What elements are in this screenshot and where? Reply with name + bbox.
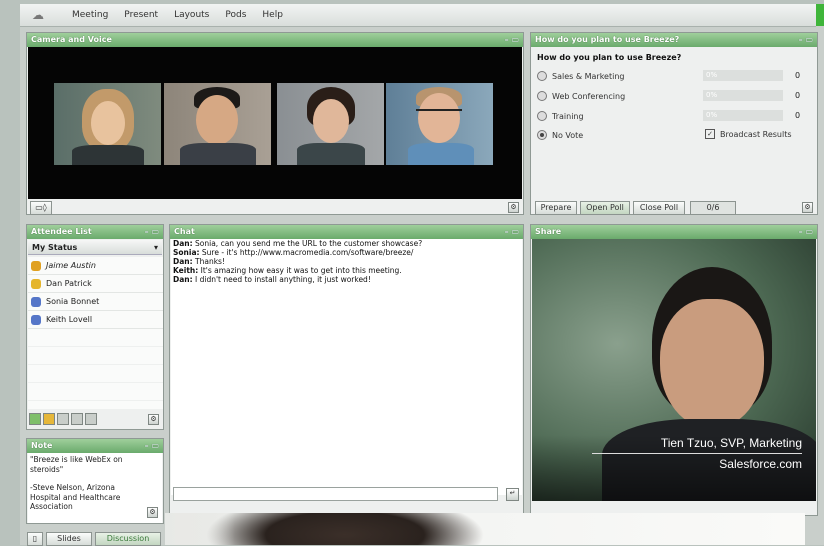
poll-option-1[interactable]: Sales & Marketing: [537, 71, 625, 81]
prepare-button[interactable]: Prepare: [535, 201, 577, 215]
video-caption-name: Tien Tzuo, SVP, Marketing: [660, 436, 802, 450]
my-status-dropdown[interactable]: My Status ▾: [28, 240, 162, 255]
poll-count-3: 0: [795, 111, 801, 120]
chat-message: Keith: It's amazing how easy it was to g…: [173, 266, 402, 275]
webcam-feed-1: [54, 83, 161, 165]
pod-options-icon[interactable]: ⚙: [148, 414, 159, 425]
poll-question: How do you plan to use Breeze?: [537, 53, 682, 62]
chat-transcript: Dan: Sonia, can you send me the URL to t…: [171, 239, 522, 495]
note-pod-title: Note: [31, 441, 53, 450]
camera-pod-title: Camera and Voice: [31, 35, 112, 44]
webcam-feed-3: [277, 83, 384, 165]
poll-pod: How do you plan to use Breeze? – ▭ How d…: [530, 32, 818, 215]
webcam-feed-2: [164, 83, 271, 165]
chat-message: Sonia: Sure - it's http://www.macromedia…: [173, 248, 414, 257]
participant-icon: [31, 314, 41, 325]
disagree-icon[interactable]: [71, 413, 83, 425]
attendee-toolbar: [29, 413, 97, 425]
pod-title-bar[interactable]: Attendee List – ▭: [27, 225, 163, 239]
host-icon: [31, 260, 41, 271]
chat-message: Dan: I didn't need to install anything, …: [173, 275, 371, 284]
chat-message-input[interactable]: [173, 487, 498, 501]
poll-pod-title: How do you plan to use Breeze?: [535, 35, 680, 44]
pod-title-bar[interactable]: Note – ▭: [27, 439, 163, 453]
chat-message: Dan: Thanks!: [173, 257, 225, 266]
attendee-pod-title: Attendee List: [31, 227, 92, 236]
video-caption-company: Salesforce.com: [719, 457, 802, 471]
camera-video-area: [28, 47, 522, 199]
pod-title-bar[interactable]: Share – ▭: [531, 225, 817, 239]
menu-layouts[interactable]: Layouts: [174, 10, 209, 20]
menu-present[interactable]: Present: [124, 10, 158, 20]
send-message-icon[interactable]: ↵: [506, 488, 519, 501]
pod-window-controls-icon[interactable]: – ▭: [145, 225, 159, 239]
attendee-row[interactable]: Keith Lovell: [28, 311, 163, 329]
agree-icon[interactable]: [57, 413, 69, 425]
pod-options-icon[interactable]: ⚙: [508, 202, 519, 213]
raise-hand-icon[interactable]: [29, 413, 41, 425]
poll-result-bar-1: 0%: [703, 70, 783, 81]
checkbox-checked-icon[interactable]: ✓: [705, 129, 715, 139]
chevron-down-icon[interactable]: ▾: [154, 240, 158, 255]
poll-option-3[interactable]: Training: [537, 111, 584, 121]
camera-toggle-button[interactable]: ▭◊: [30, 201, 52, 215]
layout-icon[interactable]: ▯: [27, 532, 43, 546]
pod-window-controls-icon[interactable]: – ▭: [799, 33, 813, 47]
webcam-feed-4: [386, 83, 493, 165]
breeze-logo-icon: ☁: [32, 8, 44, 22]
tab-discussion[interactable]: Discussion: [95, 532, 161, 546]
poll-option-no-vote[interactable]: No Vote: [537, 130, 583, 140]
status-icon[interactable]: [43, 413, 55, 425]
open-poll-button[interactable]: Open Poll: [580, 201, 630, 215]
vote-count: 0/6: [690, 201, 736, 215]
tab-slides[interactable]: Slides: [46, 532, 92, 546]
attendee-row[interactable]: Sonia Bonnet: [28, 293, 163, 311]
step-away-icon[interactable]: [85, 413, 97, 425]
participant-icon: [31, 296, 41, 307]
layout-tab-bar: ▯ Slides Discussion: [20, 530, 165, 546]
attendee-row[interactable]: Dan Patrick: [28, 275, 163, 293]
share-pod-title: Share: [535, 227, 562, 236]
poll-count-1: 0: [795, 71, 801, 80]
radio-button-selected-icon[interactable]: [537, 130, 547, 140]
menu-help[interactable]: Help: [262, 10, 283, 20]
pod-options-icon[interactable]: ⚙: [147, 507, 158, 518]
chat-pod-title: Chat: [174, 227, 195, 236]
menu-bar: ☁ Meeting Present Layouts Pods Help: [20, 4, 816, 27]
attendee-row[interactable]: Jaime Austin: [28, 257, 163, 275]
presenter-icon: [31, 278, 41, 289]
poll-result-bar-3: 0%: [703, 110, 783, 121]
close-poll-button[interactable]: Close Poll: [633, 201, 685, 215]
broadcast-results-checkbox[interactable]: ✓ Broadcast Results: [705, 129, 792, 139]
poll-option-2[interactable]: Web Conferencing: [537, 91, 625, 101]
pod-window-controls-icon[interactable]: – ▭: [505, 225, 519, 239]
shared-video: Tien Tzuo, SVP, Marketing Salesforce.com: [532, 239, 816, 501]
pod-window-controls-icon[interactable]: – ▭: [145, 439, 159, 453]
attendee-list-pod: Attendee List – ▭ My Status ▾ Jaime Aust…: [26, 224, 164, 430]
radio-button-icon[interactable]: [537, 111, 547, 121]
pod-options-icon[interactable]: ⚙: [802, 202, 813, 213]
attendee-list-empty-area: [28, 329, 163, 409]
chat-pod: Chat – ▭ Dan: Sonia, can you send me the…: [169, 224, 524, 516]
poll-count-2: 0: [795, 91, 801, 100]
pod-title-bar[interactable]: Chat – ▭: [170, 225, 523, 239]
note-pod: Note – ▭ "Breeze is like WebEx on steroi…: [26, 438, 164, 524]
share-pod: Share – ▭ Tien Tzuo, SVP, Marketing Sale…: [530, 224, 818, 516]
pod-title-bar[interactable]: How do you plan to use Breeze? – ▭: [531, 33, 817, 47]
poll-result-bar-2: 0%: [703, 90, 783, 101]
caption-divider: [592, 453, 802, 454]
radio-button-icon[interactable]: [537, 91, 547, 101]
menu-pods[interactable]: Pods: [225, 10, 246, 20]
pod-window-controls-icon[interactable]: – ▭: [505, 33, 519, 47]
note-text[interactable]: "Breeze is like WebEx on steroids" -Stev…: [28, 453, 162, 523]
radio-button-icon[interactable]: [537, 71, 547, 81]
chat-message: Dan: Sonia, can you send me the URL to t…: [173, 239, 423, 248]
connection-status-indicator: [816, 4, 824, 26]
overlay-photo: [165, 513, 805, 545]
pod-window-controls-icon[interactable]: – ▭: [799, 225, 813, 239]
pod-title-bar[interactable]: Camera and Voice – ▭: [27, 33, 523, 47]
menu-meeting[interactable]: Meeting: [72, 10, 108, 20]
camera-voice-pod: Camera and Voice – ▭ ▭◊ ⚙: [26, 32, 524, 215]
